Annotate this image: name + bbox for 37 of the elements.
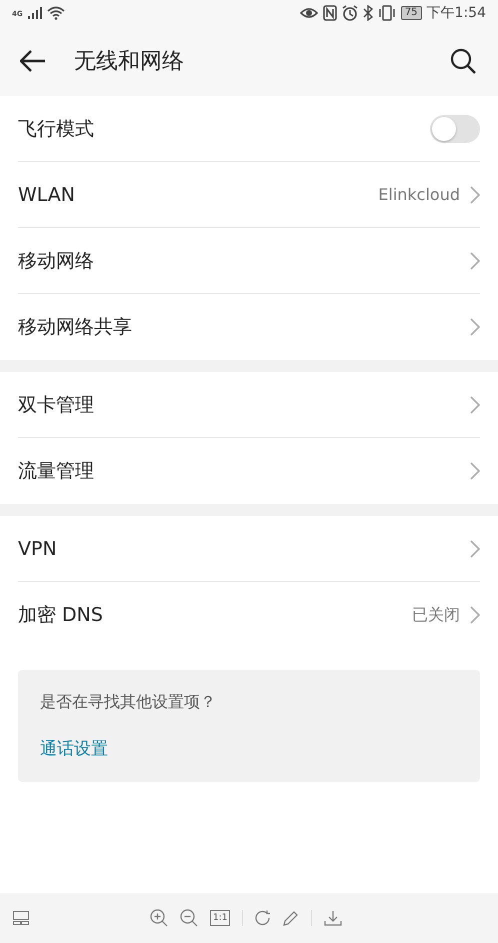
chevron-icon — [470, 252, 480, 270]
status-time: 下午1:54 — [426, 4, 486, 22]
chevron-icon — [470, 186, 480, 204]
settings-item[interactable]: WLAN Elinkcloud — [18, 162, 480, 228]
signal-icon — [28, 7, 42, 19]
search-icon[interactable] — [450, 48, 476, 74]
settings-item[interactable]: VPN — [18, 516, 480, 582]
eye-icon — [300, 6, 318, 20]
chevron-icon — [470, 462, 480, 480]
zoom-out-icon[interactable] — [180, 909, 198, 927]
chevron-icon — [470, 318, 480, 336]
vibrate-icon — [378, 5, 396, 21]
wifi-icon — [46, 6, 65, 20]
settings-item[interactable]: 移动网络 — [18, 228, 480, 294]
suggestion-question: 是否在寻找其他设置项？ — [40, 692, 216, 713]
actual-size-button[interactable]: 1:1 — [210, 910, 230, 926]
page-title: 无线和网络 — [74, 48, 185, 76]
toggle-switch[interactable] — [430, 114, 480, 142]
settings-item[interactable]: 移动网络共享 — [18, 294, 480, 360]
settings-item[interactable]: 加密 DNS 已关闭 — [18, 582, 480, 648]
settings-item[interactable]: 流量管理 — [18, 438, 480, 504]
nfc-icon — [322, 5, 337, 21]
pencil-icon[interactable] — [283, 910, 300, 926]
chevron-icon — [470, 606, 480, 624]
battery-level: 75 — [400, 6, 422, 20]
download-icon[interactable] — [324, 910, 342, 926]
chevron-icon — [470, 396, 480, 414]
alarm-icon — [342, 5, 358, 21]
thumbnails-icon[interactable] — [13, 911, 29, 925]
back-icon[interactable] — [20, 50, 46, 72]
settings-item[interactable]: 双卡管理 — [18, 372, 480, 438]
zoom-in-icon[interactable] — [150, 909, 168, 927]
suggestion-link[interactable]: 通话设置 — [40, 737, 108, 760]
rotate-icon[interactable] — [255, 910, 272, 926]
chevron-icon — [470, 540, 480, 558]
settings-item[interactable]: 飞行模式 — [18, 96, 480, 162]
bluetooth-icon — [362, 5, 373, 21]
